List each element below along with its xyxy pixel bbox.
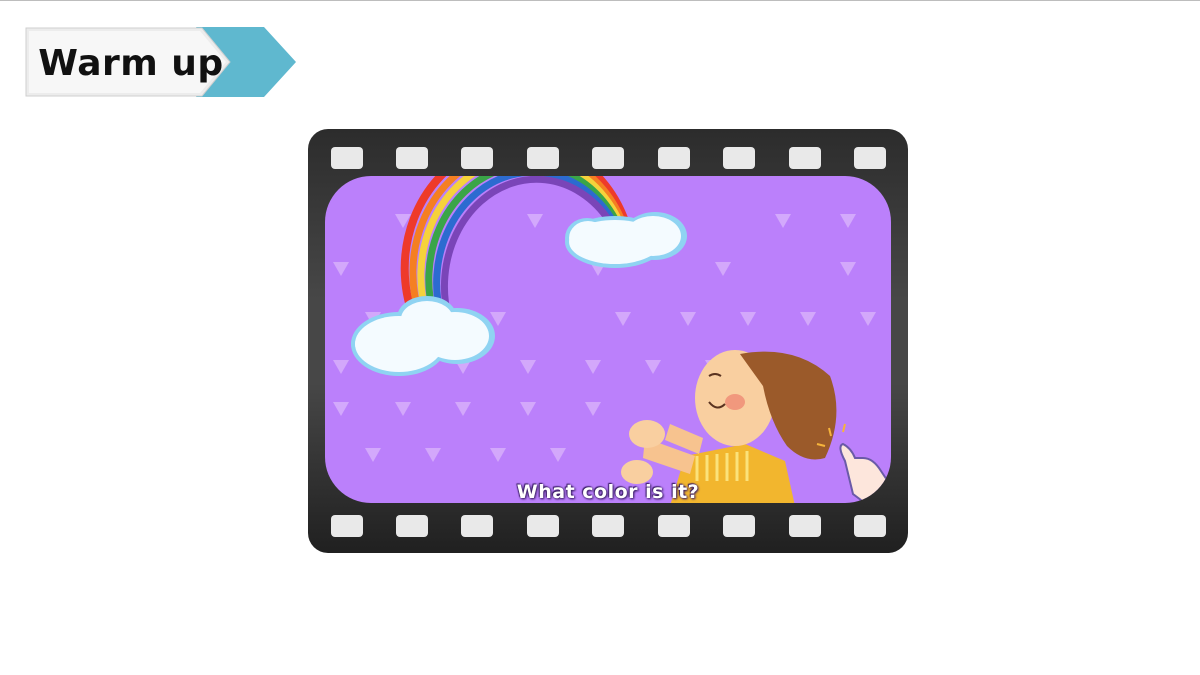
cloud-icon: [565, 212, 687, 268]
film-holes-top: [308, 147, 908, 169]
video-player[interactable]: What color is it?: [308, 129, 908, 553]
video-scene: [333, 176, 891, 503]
video-frame: What color is it?: [325, 176, 891, 503]
film-holes-bottom: [308, 515, 908, 537]
video-subtitle: What color is it?: [516, 481, 700, 503]
top-border: [0, 0, 1200, 1]
banner-title: Warm up: [38, 42, 224, 84]
cloud-icon: [351, 296, 495, 376]
warm-up-banner: Warm up: [24, 25, 299, 99]
